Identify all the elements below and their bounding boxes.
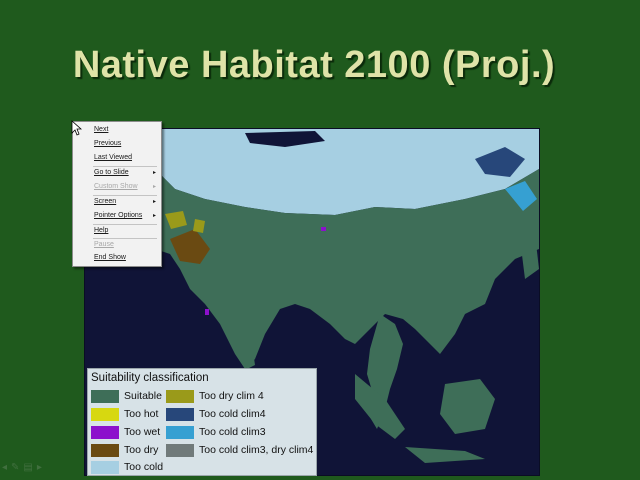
region-too-wet-1 bbox=[321, 227, 326, 231]
legend-swatch bbox=[166, 425, 194, 439]
legend-swatch bbox=[166, 389, 194, 403]
legend-label: Too wet bbox=[124, 426, 161, 438]
menu-item-screen[interactable]: Screen ▸ bbox=[73, 196, 161, 208]
menu-item-end-show[interactable]: End Show bbox=[73, 252, 161, 264]
legend-label: Too dry bbox=[124, 444, 159, 456]
arrow-icon[interactable]: ◂ bbox=[2, 462, 7, 473]
slides-icon[interactable]: ▤ bbox=[23, 462, 32, 473]
menu-icon[interactable]: ▸ bbox=[37, 462, 42, 473]
chevron-right-icon: ▸ bbox=[152, 184, 156, 190]
menu-item-go-to-slide[interactable]: Go to Slide ▸ bbox=[73, 167, 161, 179]
legend-item-too-hot: Too hot bbox=[91, 407, 158, 421]
menu-item-label: Help bbox=[94, 227, 109, 234]
legend: Suitability classification Suitable Too … bbox=[87, 368, 317, 476]
menu-item-custom-show: Custom Show ▸ bbox=[73, 181, 161, 193]
menu-item-label: End Show bbox=[94, 254, 126, 261]
region-suitable-island-4 bbox=[405, 447, 485, 463]
menu-item-label: Pointer Options bbox=[94, 212, 143, 219]
legend-swatch bbox=[91, 425, 119, 439]
legend-label: Too hot bbox=[124, 408, 159, 420]
menu-item-label: Last Viewed bbox=[94, 154, 133, 161]
legend-label: Too cold clim4 bbox=[199, 408, 266, 420]
legend-title: Suitability classification bbox=[91, 372, 209, 384]
menu-item-label: Screen bbox=[94, 198, 117, 205]
legend-label: Too cold bbox=[124, 461, 164, 473]
menu-item-label: Custom Show bbox=[94, 183, 138, 190]
slide-title: Native Habitat 2100 (Proj.) bbox=[72, 44, 556, 86]
chevron-right-icon: ▸ bbox=[152, 170, 156, 176]
legend-swatch bbox=[166, 407, 194, 421]
legend-item-too-dry-clim4: Too dry clim 4 bbox=[166, 389, 264, 403]
menu-item-pause: Pause bbox=[73, 239, 161, 251]
legend-label: Too dry clim 4 bbox=[199, 390, 264, 402]
region-suitable-island-3 bbox=[440, 379, 495, 434]
legend-swatch bbox=[91, 407, 119, 421]
legend-item-suitable: Suitable bbox=[91, 389, 162, 403]
legend-item-too-cold-clim4: Too cold clim4 bbox=[166, 407, 266, 421]
menu-item-last-viewed[interactable]: Last Viewed bbox=[73, 152, 161, 164]
legend-swatch bbox=[91, 443, 119, 457]
mouse-pointer-icon bbox=[71, 120, 82, 136]
context-menu: Next Previous Last Viewed Go to Slide ▸ C… bbox=[72, 121, 162, 267]
legend-item-too-dry: Too dry bbox=[91, 443, 158, 457]
menu-item-label: Previous bbox=[94, 140, 122, 147]
chevron-right-icon: ▸ bbox=[152, 199, 156, 205]
legend-label: Suitable bbox=[124, 390, 162, 402]
legend-item-too-cold-clim3-dry-clim4: Too cold clim3, dry clim4 bbox=[166, 443, 313, 457]
legend-item-too-cold: Too cold bbox=[91, 460, 163, 474]
menu-item-pointer-options[interactable]: Pointer Options ▸ bbox=[73, 210, 161, 222]
menu-item-label: Go to Slide bbox=[94, 169, 129, 176]
legend-swatch bbox=[166, 443, 194, 457]
region-too-dry-clim4-2 bbox=[193, 219, 205, 233]
region-too-wet-2 bbox=[205, 309, 209, 315]
legend-label: Too cold clim3 bbox=[199, 426, 266, 438]
slideshow-toolbar: ◂ ✎ ▤ ▸ bbox=[2, 460, 72, 474]
menu-item-help[interactable]: Help bbox=[73, 225, 161, 237]
chevron-right-icon: ▸ bbox=[152, 213, 156, 219]
menu-item-label: Next bbox=[94, 126, 109, 133]
legend-item-too-wet: Too wet bbox=[91, 425, 160, 439]
legend-swatch bbox=[91, 460, 119, 474]
pen-icon[interactable]: ✎ bbox=[11, 462, 19, 473]
legend-item-too-cold-clim3: Too cold clim3 bbox=[166, 425, 266, 439]
menu-item-next[interactable]: Next bbox=[73, 124, 161, 136]
menu-item-label: Pause bbox=[94, 241, 114, 248]
legend-swatch bbox=[91, 389, 119, 403]
legend-label: Too cold clim3, dry clim4 bbox=[199, 444, 314, 456]
menu-item-previous[interactable]: Previous bbox=[73, 138, 161, 150]
